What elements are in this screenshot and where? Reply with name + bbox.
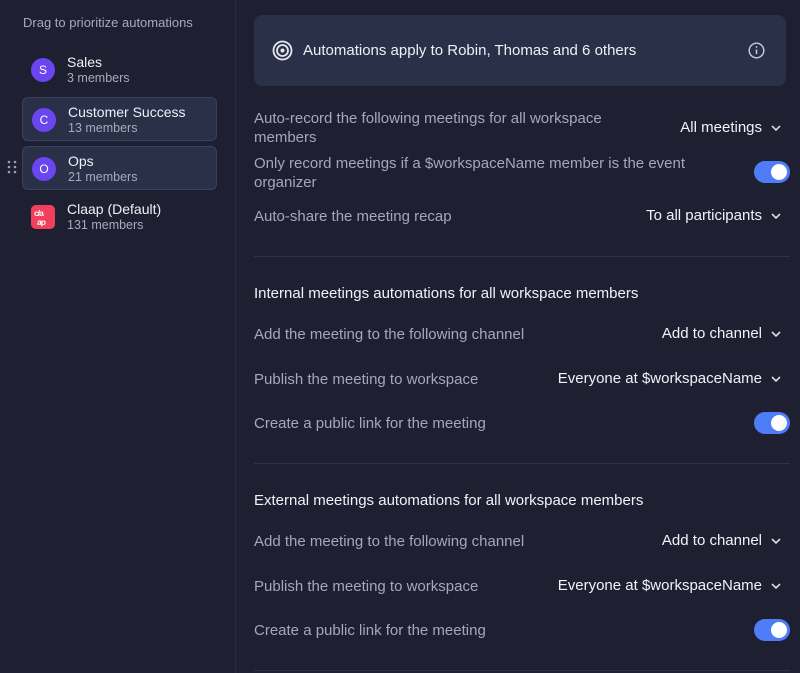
divider: [254, 463, 790, 464]
chevron-down-icon: [771, 537, 781, 544]
toggle-knob: [771, 622, 787, 638]
auto-share-dropdown[interactable]: To all participants: [646, 207, 782, 224]
sidebar: Drag to prioritize automations S Sales 3…: [0, 0, 236, 673]
automation-settings: Automations apply to Robin, Thomas and 6…: [236, 0, 800, 673]
banner-text: Automations apply to Robin, Thomas and 6…: [303, 42, 637, 59]
info-icon[interactable]: [748, 42, 765, 59]
external-channel-dropdown[interactable]: Add to channel: [662, 532, 782, 549]
target-icon: [272, 40, 293, 61]
internal-channel-label: Add the meeting to the following channel: [254, 326, 525, 343]
only-record-row: Only record meetings if a $workspaceName…: [254, 153, 790, 193]
internal-publish-value: Everyone at $workspaceName: [557, 370, 762, 387]
drag-handle-icon[interactable]: [7, 160, 17, 178]
chevron-down-icon: [771, 212, 781, 219]
chevron-down-icon: [771, 375, 781, 382]
divider: [254, 670, 790, 671]
avatar: S: [31, 58, 55, 82]
team-name: Claap (Default): [67, 201, 162, 217]
divider: [254, 256, 790, 257]
internal-publish-label: Publish the meeting to workspace: [254, 371, 479, 388]
team-name: Sales: [67, 54, 103, 70]
automation-scope-banner: Automations apply to Robin, Thomas and 6…: [254, 15, 786, 86]
team-item-customer-success[interactable]: C Customer Success 13 members: [22, 97, 217, 141]
internal-section-title: Internal meetings automations for all wo…: [254, 285, 639, 302]
internal-publish-dropdown[interactable]: Everyone at $workspaceName: [558, 370, 782, 387]
team-member-count: 3 members: [67, 71, 130, 85]
internal-publish-row: Publish the meeting to workspace Everyon…: [254, 369, 790, 391]
only-record-toggle[interactable]: [754, 161, 790, 183]
team-member-count: 21 members: [68, 170, 138, 184]
auto-record-row: Auto-record the following meetings for a…: [254, 108, 790, 148]
internal-channel-row: Add the meeting to the following channel…: [254, 324, 790, 346]
external-publish-value: Everyone at $workspaceName: [557, 577, 762, 594]
internal-public-link-label: Create a public link for the meeting: [254, 415, 486, 432]
toggle-knob: [771, 164, 787, 180]
external-section-title: External meetings automations for all wo…: [254, 492, 644, 509]
chevron-down-icon: [771, 124, 781, 131]
internal-channel-dropdown[interactable]: Add to channel: [662, 325, 782, 342]
internal-channel-value: Add to channel: [661, 325, 762, 342]
external-public-link-label: Create a public link for the meeting: [254, 622, 486, 639]
external-channel-label: Add the meeting to the following channel: [254, 533, 525, 550]
external-public-link-toggle[interactable]: [754, 619, 790, 641]
external-channel-value: Add to channel: [661, 532, 762, 549]
avatar: O: [32, 157, 56, 181]
internal-public-link-row: Create a public link for the meeting: [254, 412, 790, 436]
auto-record-label: Auto-record the following meetings for a…: [254, 110, 602, 146]
chevron-down-icon: [771, 582, 781, 589]
team-member-count: 13 members: [68, 121, 138, 135]
internal-public-link-toggle[interactable]: [754, 412, 790, 434]
auto-record-dropdown[interactable]: All meetings: [680, 119, 782, 136]
team-member-count: 131 members: [67, 218, 144, 232]
external-publish-label: Publish the meeting to workspace: [254, 578, 479, 595]
team-name: Customer Success: [68, 104, 186, 120]
auto-share-value: To all participants: [646, 207, 762, 224]
external-publish-row: Publish the meeting to workspace Everyon…: [254, 576, 790, 598]
auto-share-row: Auto-share the meeting recap To all part…: [254, 206, 790, 228]
sidebar-title: Drag to prioritize automations: [23, 15, 193, 30]
avatar: C: [32, 108, 56, 132]
only-record-label: Only record meetings if a $workspaceName…: [254, 155, 686, 191]
team-item-claap-default[interactable]: c/a ap Claap (Default) 131 members: [22, 195, 217, 239]
auto-share-label: Auto-share the meeting recap: [254, 208, 452, 225]
external-public-link-row: Create a public link for the meeting: [254, 619, 790, 643]
claap-logo: c/a ap: [31, 205, 55, 229]
team-name: Ops: [68, 153, 94, 169]
external-publish-dropdown[interactable]: Everyone at $workspaceName: [558, 577, 782, 594]
toggle-knob: [771, 415, 787, 431]
chevron-down-icon: [771, 330, 781, 337]
auto-record-value: All meetings: [680, 119, 762, 136]
team-item-sales[interactable]: S Sales 3 members: [22, 48, 217, 92]
external-channel-row: Add the meeting to the following channel…: [254, 531, 790, 553]
team-item-ops[interactable]: O Ops 21 members: [22, 146, 217, 190]
svg-text:ap: ap: [37, 217, 46, 227]
